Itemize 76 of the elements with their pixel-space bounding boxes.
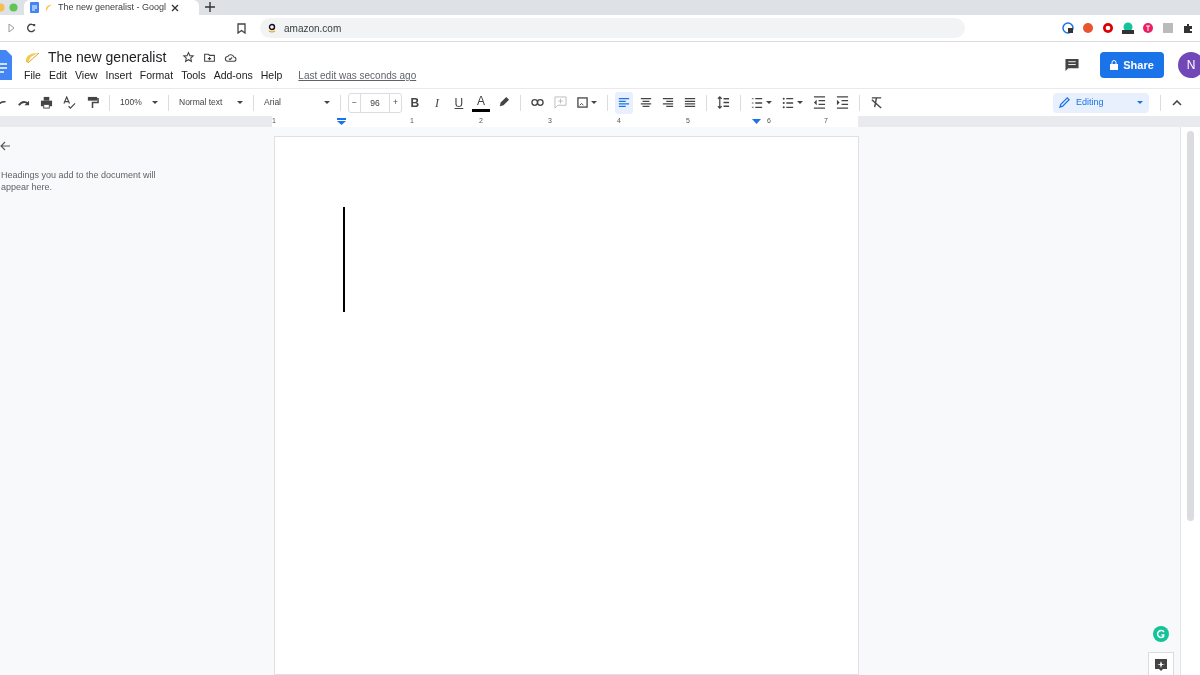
comet-icon <box>24 50 40 65</box>
menu-item[interactable]: File <box>20 67 45 84</box>
menu-item[interactable]: Insert <box>101 67 136 84</box>
align-right-icon <box>661 96 674 109</box>
caret-icon <box>152 101 158 104</box>
menu-item[interactable]: Add-ons <box>209 67 257 84</box>
comet-icon <box>44 3 53 12</box>
scrollbar-thumb[interactable] <box>1187 131 1194 521</box>
caret-icon <box>796 101 803 104</box>
print-icon[interactable] <box>40 96 53 109</box>
site-icon <box>268 23 276 33</box>
align-left-button[interactable] <box>614 91 633 114</box>
caret-icon <box>324 101 330 104</box>
outline-hint: Headings you add to the document will appear here. <box>0 169 157 193</box>
line-spacing-icon[interactable] <box>716 96 730 109</box>
spellcheck-icon[interactable] <box>63 96 76 109</box>
close-icon[interactable] <box>171 3 180 12</box>
bookmark-icon[interactable] <box>237 22 246 34</box>
paint-format-icon[interactable] <box>86 96 99 109</box>
reload-icon[interactable] <box>26 22 37 34</box>
menu-item[interactable]: View <box>71 67 102 84</box>
address-bar[interactable]: amazon.com <box>260 18 965 38</box>
text-color-button[interactable]: A <box>471 93 490 112</box>
caret-icon <box>1137 101 1143 104</box>
bold-button[interactable]: B <box>405 91 424 114</box>
scrollbar[interactable] <box>1180 127 1200 675</box>
font-dropdown[interactable]: Arial <box>261 91 333 114</box>
increase-size-button[interactable]: + <box>389 93 401 112</box>
explore-icon <box>1155 659 1167 671</box>
zoom-dropdown[interactable]: 100% <box>117 91 161 114</box>
tab-title: The new generalist - Googl <box>58 0 167 14</box>
last-edit-link[interactable]: Last edit was seconds ago <box>298 68 417 83</box>
clear-formatting-icon[interactable] <box>869 96 883 109</box>
docs-logo-icon[interactable] <box>0 50 12 80</box>
decrease-indent-icon[interactable] <box>812 96 826 109</box>
back-arrow-icon[interactable] <box>0 141 10 151</box>
address-text: amazon.com <box>284 21 342 36</box>
lock-icon <box>1110 60 1119 70</box>
numbered-list-icon <box>750 96 763 109</box>
browser-tab[interactable]: The new generalist - Googl <box>24 0 199 15</box>
caret-icon <box>590 101 597 104</box>
increase-indent-icon[interactable] <box>835 96 849 109</box>
document-title[interactable]: The new generalist <box>48 46 167 68</box>
underline-button[interactable]: U <box>449 91 468 114</box>
align-center-icon <box>639 96 652 109</box>
image-icon <box>576 97 588 108</box>
pencil-icon <box>1059 97 1070 108</box>
menu-item[interactable]: Format <box>135 67 178 84</box>
link-icon[interactable] <box>530 96 544 109</box>
align-left-icon <box>617 96 630 109</box>
extension-icon[interactable] <box>1122 22 1134 34</box>
bulleted-list-icon <box>781 96 794 109</box>
caret-icon <box>237 101 243 104</box>
style-dropdown[interactable]: Normal text <box>176 91 246 114</box>
star-icon[interactable] <box>182 50 196 64</box>
share-button[interactable]: Share <box>1100 52 1164 78</box>
menu-item[interactable]: Edit <box>44 67 71 84</box>
document-icon <box>30 2 39 13</box>
user-avatar[interactable]: N <box>1178 52 1200 78</box>
puzzle-icon[interactable] <box>1182 22 1194 34</box>
forward-icon[interactable] <box>6 23 16 33</box>
comment-icon[interactable] <box>1064 58 1080 72</box>
decrease-size-button[interactable]: − <box>349 93 360 112</box>
editing-mode-dropdown[interactable]: Editing <box>1053 92 1149 113</box>
align-justify-icon <box>683 96 696 109</box>
new-tab-icon[interactable] <box>205 2 215 12</box>
menu-item[interactable]: Tools <box>177 67 210 84</box>
collapse-icon[interactable] <box>1172 99 1182 106</box>
caret-icon <box>765 101 772 104</box>
right-indent-marker-icon[interactable] <box>752 119 761 124</box>
indent-marker-icon[interactable] <box>337 118 346 125</box>
explore-button[interactable] <box>1148 652 1174 675</box>
font-size-field[interactable]: 96 <box>359 93 390 112</box>
extension-icon[interactable] <box>1062 22 1074 34</box>
italic-button[interactable]: I <box>427 91 446 114</box>
menu-item[interactable]: Help <box>256 67 287 84</box>
